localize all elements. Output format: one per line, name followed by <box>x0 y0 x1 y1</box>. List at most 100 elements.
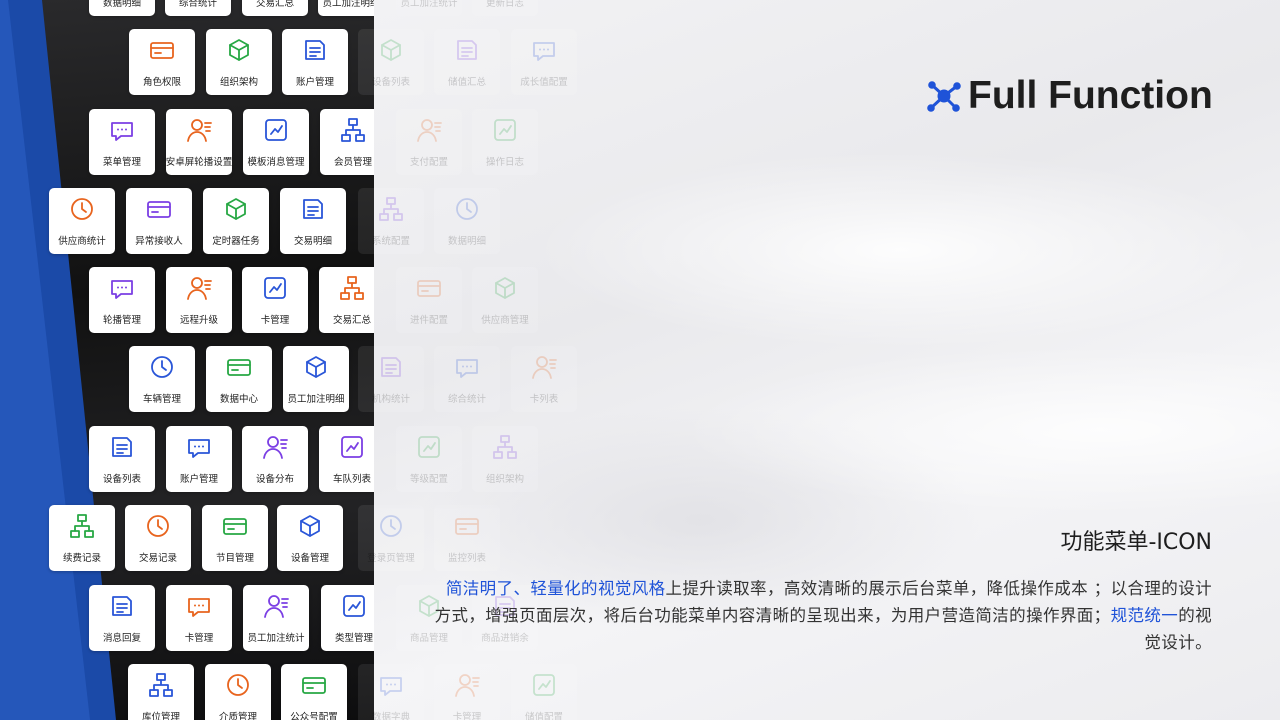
faded-pie-icon <box>456 359 478 378</box>
menu-tile-label: 续费记录 <box>62 553 101 564</box>
faded-menu-tile: 卡管理 <box>434 664 500 720</box>
badge-check-icon <box>302 677 326 694</box>
receipt-icon <box>340 276 364 300</box>
faded-menu-tile-label: 成长值配置 <box>520 77 568 88</box>
faded-inbox-icon <box>457 40 477 60</box>
menu-tile[interactable]: 模板消息管理 <box>243 109 309 175</box>
menu-tile[interactable]: 公众号配置 <box>281 664 347 720</box>
member-gear-icon <box>341 118 365 142</box>
faded-menu-tile-label: 组织架构 <box>485 474 524 485</box>
menu-tile[interactable]: 会员管理 <box>320 109 374 175</box>
menu-tile[interactable]: 设备分布 <box>242 426 308 492</box>
menu-tile[interactable]: 车辆管理 <box>129 346 195 412</box>
faded-menu-tile-label: 设备列表 <box>371 77 410 88</box>
menu-tile[interactable]: 设备列表 <box>89 426 155 492</box>
menu-tile[interactable]: 员工加注明细 <box>318 0 374 16</box>
menu-tile[interactable]: 数据明细 <box>89 0 155 16</box>
menu-tile[interactable]: 卡管理 <box>166 585 232 651</box>
menu-tile[interactable]: 异常接收人 <box>126 188 192 254</box>
menu-tile[interactable]: 交易汇总 <box>242 0 308 16</box>
menu-tile-label: 类型管理 <box>334 633 373 644</box>
menu-grid-icon <box>111 122 133 141</box>
faded-menu-tile-label: 机构统计 <box>371 394 410 405</box>
menu-tile[interactable]: 供应商统计 <box>49 188 115 254</box>
menu-tile-label: 卡管理 <box>184 633 214 644</box>
menu-tile[interactable]: 卡管理 <box>242 267 308 333</box>
menu-tile[interactable]: 轮播管理 <box>89 267 155 333</box>
menu-tile[interactable]: 账户管理 <box>282 29 348 95</box>
menu-tile-label: 轮播管理 <box>102 315 141 326</box>
menu-tile-label: 车辆管理 <box>142 394 181 405</box>
menu-tile-label: 库位管理 <box>141 712 180 720</box>
menu-tile[interactable]: 节目管理 <box>202 505 268 571</box>
exchange-icon <box>147 515 169 537</box>
menu-tile-label: 账户管理 <box>295 77 334 88</box>
faded-menu-tile-label: 储值汇总 <box>447 77 486 88</box>
menu-tile[interactable]: 消息回复 <box>89 585 155 651</box>
menu-tile[interactable]: 组织架构 <box>206 29 272 95</box>
faded-login-icon <box>380 515 402 537</box>
menu-tile[interactable]: 车队列表 <box>319 426 374 492</box>
menu-tile[interactable]: 安卓屏轮播设置 <box>166 109 232 175</box>
faded-menu-tile: 卡列表 <box>511 346 577 412</box>
menu-tile[interactable]: 介质管理 <box>205 664 271 720</box>
menu-tile[interactable]: 类型管理 <box>321 585 374 651</box>
menu-tile[interactable]: 远程升级 <box>166 267 232 333</box>
menu-tile-label: 安卓屏轮播设置 <box>165 157 233 168</box>
car-wifi-icon <box>341 436 363 458</box>
menu-tile[interactable]: 交易记录 <box>125 505 191 571</box>
carousel-image-icon <box>187 119 212 142</box>
menu-tile[interactable]: 交易明细 <box>280 188 346 254</box>
upgrade-arrow-icon <box>187 277 212 300</box>
molecule-network-icon <box>927 81 961 112</box>
menu-tile-label: 数据明细 <box>102 0 141 9</box>
data-box-icon <box>227 359 251 376</box>
menu-tile-label: 组织架构 <box>219 77 258 88</box>
menu-tile[interactable]: 员工加注统计 <box>243 585 309 651</box>
faded-menu-tile: 监控列表 <box>434 505 500 571</box>
faded-menu-tile: 储值汇总 <box>434 29 500 95</box>
faded-menu-tile-label: 卡列表 <box>529 394 559 405</box>
yen-book-icon <box>303 199 323 219</box>
menu-tile[interactable]: 账户管理 <box>166 426 232 492</box>
staff-list-icon <box>306 356 326 378</box>
faded-menu-tile: 综合统计 <box>434 346 500 412</box>
description-highlight-1: 简洁明了、轻量化的视觉风格 <box>445 579 666 598</box>
menu-tile-label: 员工加注统计 <box>247 633 305 644</box>
faded-menu-tile: 组织架构 <box>472 426 538 492</box>
menu-tile[interactable]: 定时器任务 <box>203 188 269 254</box>
menu-tile[interactable]: 数据中心 <box>206 346 272 412</box>
menu-tile[interactable]: 设备管理 <box>277 505 343 571</box>
menu-tile[interactable]: 交易汇总 <box>319 267 374 333</box>
icon-showcase-panel: 数据明细 综合统计 交易汇总 员工加注明细 角色权限 组织架构 账户管理 菜单管理 安卓屏轮播设… <box>0 0 374 720</box>
faded-menu-tile-label: 综合统计 <box>447 394 486 405</box>
section-title: 功能菜单-ICON <box>1060 530 1212 555</box>
menu-tile[interactable]: 综合统计 <box>165 0 231 16</box>
menu-tile[interactable]: 员工加注明细 <box>283 346 349 412</box>
faded-doc-icon <box>417 280 441 297</box>
faded-menu-tile: 机构统计 <box>358 346 424 412</box>
faded-menu-tile-label: 数据字典 <box>371 712 410 720</box>
menu-tile-label: 介质管理 <box>218 712 257 720</box>
description-highlight-2: 规范统一 <box>1110 606 1179 625</box>
menu-tile-label: 供应商统计 <box>58 236 106 247</box>
faded-menu-tile: 供应商管理 <box>472 267 538 333</box>
faded-menu-tile-label: 等级配置 <box>409 474 448 485</box>
menu-tile-label: 员工加注明细 <box>322 0 374 9</box>
faded-menu-tile: 操作日志 <box>472 109 538 175</box>
faded-menu-tile-label: 进件配置 <box>409 315 448 326</box>
menu-tile-label: 菜单管理 <box>102 157 141 168</box>
device-frame-icon <box>300 515 320 537</box>
carousel-phone-icon <box>111 280 133 299</box>
menu-tile[interactable]: 续费记录 <box>49 505 115 571</box>
menu-tile[interactable]: 库位管理 <box>128 664 194 720</box>
menu-tile-label: 会员管理 <box>333 157 372 168</box>
menu-tile-label: 卡管理 <box>260 315 290 326</box>
menu-tile-label: 角色权限 <box>142 77 181 88</box>
menu-tile[interactable]: 角色权限 <box>129 29 195 95</box>
template-copy-icon <box>265 119 287 141</box>
layers-icon <box>343 595 365 617</box>
menu-tile[interactable]: 菜单管理 <box>89 109 155 175</box>
faded-chart-icon <box>456 198 478 220</box>
account-user-icon <box>305 40 325 60</box>
